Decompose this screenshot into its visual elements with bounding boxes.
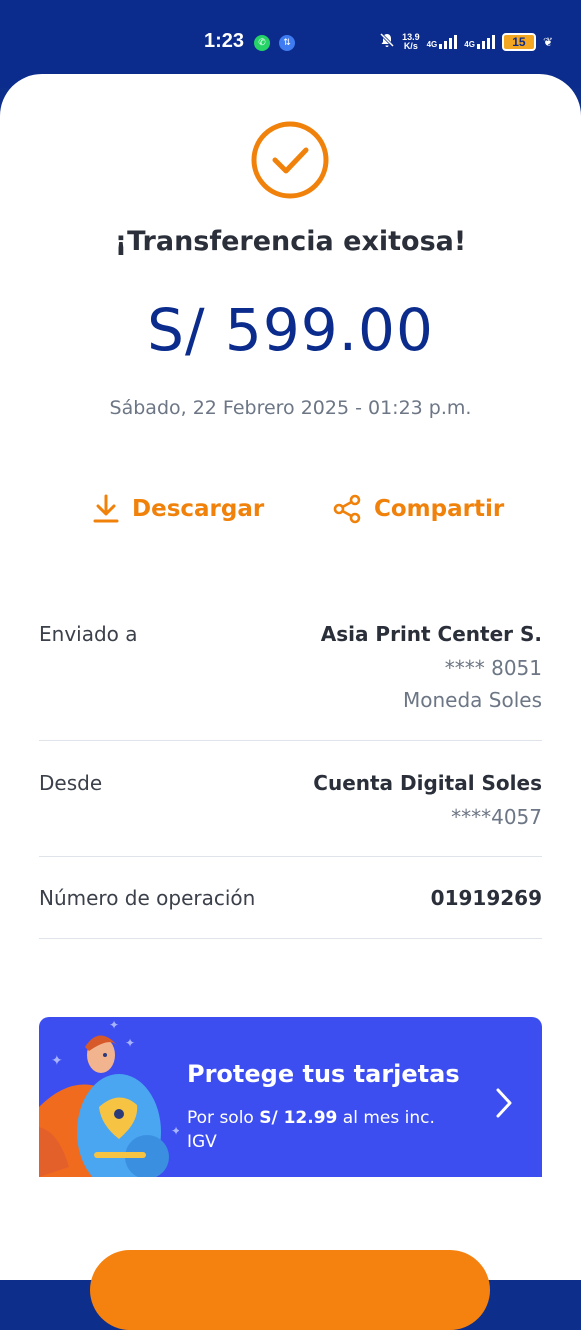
source-account-name: Cuenta Digital Soles	[313, 771, 542, 795]
sent-to-label: Enviado a	[39, 622, 138, 646]
transfer-datetime: Sábado, 22 Febrero 2025 - 01:23 p.m.	[109, 397, 472, 419]
share-button[interactable]: Compartir	[332, 492, 504, 526]
promo-title: Protege tus tarjetas	[187, 1060, 460, 1088]
card-protection-banner[interactable]: ✦ ✦ ✦ ✦ Protege tus tarjetas Por solo S/…	[39, 1017, 542, 1177]
operation-label: Número de operación	[39, 886, 256, 910]
divider	[39, 938, 542, 939]
svg-text:✦: ✦	[109, 1018, 119, 1032]
battery-saver-icon: ❦	[542, 35, 553, 49]
divider	[39, 740, 542, 741]
battery-icon: 15	[501, 33, 536, 51]
divider	[39, 856, 542, 857]
recipient-currency: Moneda Soles	[403, 688, 542, 712]
signal-bars-icon	[476, 35, 495, 49]
battery-level: 15	[512, 35, 526, 49]
success-check-icon	[251, 121, 329, 199]
from-label: Desde	[39, 771, 103, 795]
download-label: Descargar	[132, 496, 265, 522]
share-label: Compartir	[374, 496, 505, 522]
promo-price: S/ 12.99	[259, 1108, 338, 1128]
recipient-account: **** 8051	[444, 656, 542, 680]
network-speed: 13.9 K/s	[402, 33, 420, 51]
sim2-network-label: 4G	[464, 40, 475, 49]
signal-bars-icon	[439, 35, 458, 49]
primary-action-button[interactable]	[90, 1250, 490, 1330]
status-time: 1:23	[204, 30, 245, 52]
svg-text:✦: ✦	[171, 1124, 179, 1138]
download-button[interactable]: Descargar	[92, 492, 264, 526]
share-icon	[333, 494, 361, 524]
success-title: ¡Transferencia exitosa!	[114, 226, 467, 257]
whatsapp-icon: ✆	[254, 35, 270, 51]
data-sync-icon: ⇅	[279, 35, 295, 51]
signal-sim2: 4G	[464, 35, 495, 49]
chevron-right-icon	[496, 1088, 512, 1118]
promo-text: Por solo S/ 12.99 al mes inc. IGV	[187, 1106, 457, 1154]
transfer-amount: S/ 599.00	[147, 296, 434, 364]
svg-text:✦: ✦	[51, 1053, 63, 1069]
signal-sim1: 4G	[427, 35, 458, 49]
operation-number: 01919269	[430, 886, 542, 910]
svg-text:✦: ✦	[125, 1036, 135, 1050]
recipient-name: Asia Print Center S.	[320, 622, 542, 646]
status-indicators: 13.9 K/s 4G 4G 15 ❦	[379, 30, 553, 54]
download-icon	[93, 494, 119, 523]
mute-bell-icon	[379, 32, 395, 53]
superhero-illustration: ✦ ✦ ✦ ✦	[39, 1018, 179, 1177]
promo-text-prefix: Por solo	[187, 1108, 260, 1128]
source-account-number: ****4057	[451, 805, 542, 829]
sim1-network-label: 4G	[426, 40, 438, 49]
network-speed-unit: K/s	[403, 41, 418, 51]
